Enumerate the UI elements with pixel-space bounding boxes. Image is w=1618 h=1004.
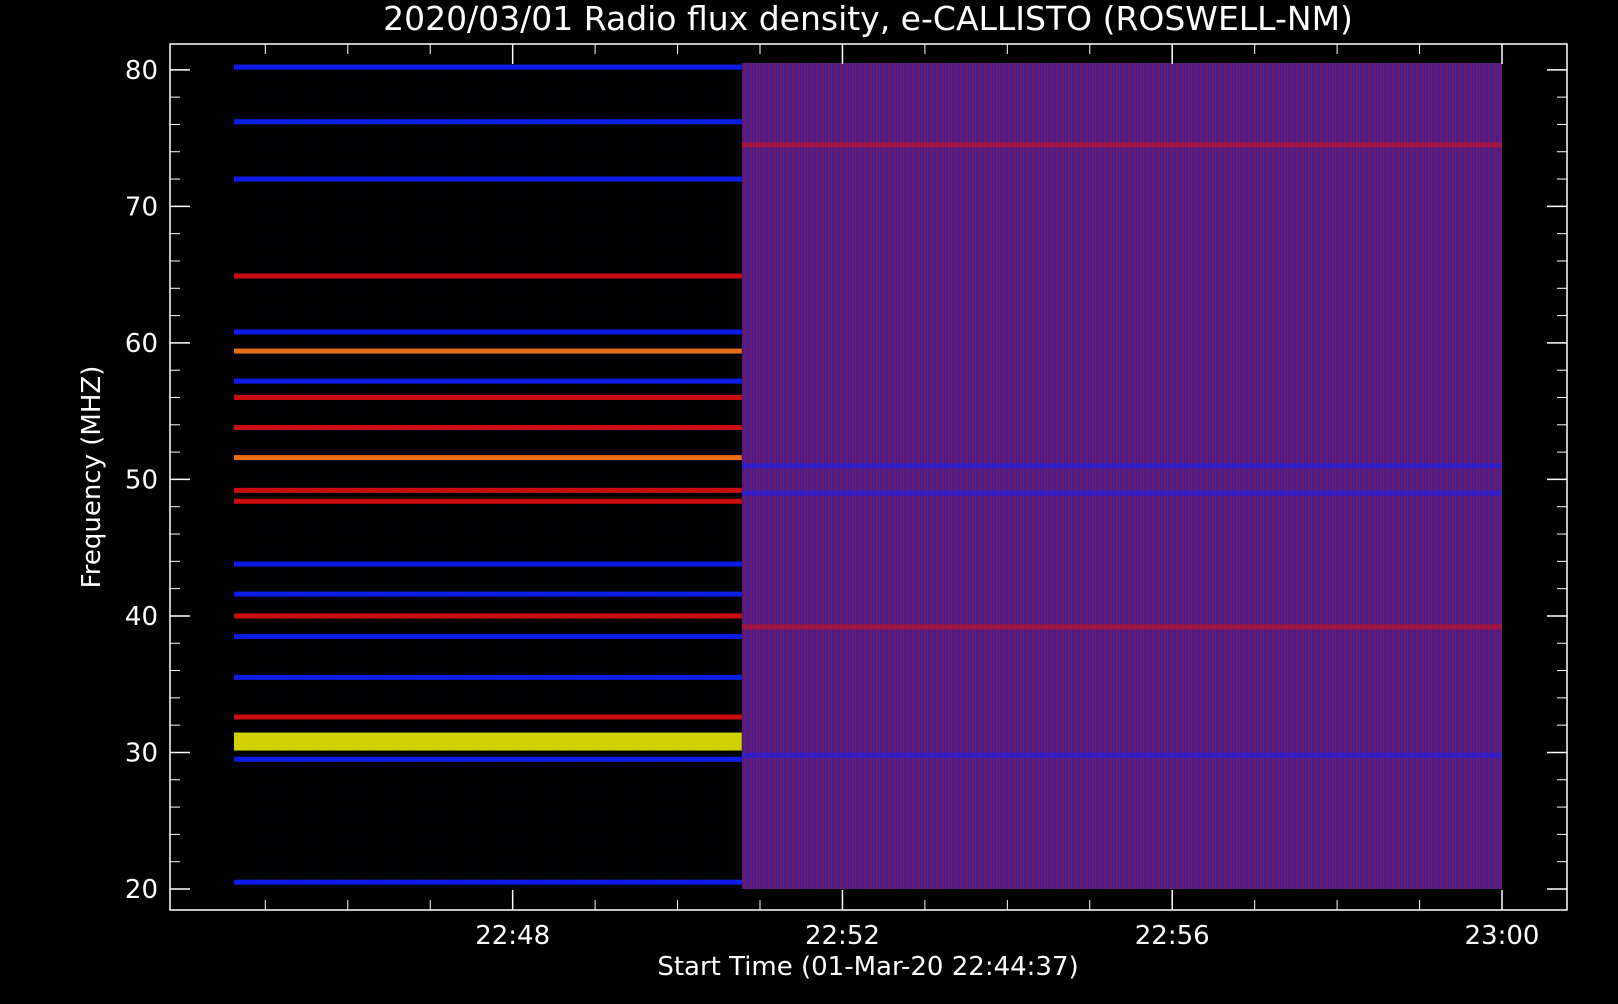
frequency-band [234, 613, 742, 619]
x-axis-label: Start Time (01-Mar-20 22:44:37) [657, 952, 1078, 982]
frequency-band [234, 378, 742, 384]
frequency-band [234, 455, 742, 461]
y-tick-label: 30 [125, 738, 158, 768]
frequency-band [234, 176, 742, 182]
frequency-band [234, 633, 742, 639]
frequency-band [234, 119, 742, 125]
y-tick-label: 50 [125, 465, 158, 495]
spectrogram-figure: 2020/03/01 Radio flux density, e-CALLIST… [0, 0, 1618, 1000]
frequency-band [234, 674, 742, 680]
frequency-band [234, 714, 742, 720]
frequency-band [234, 394, 742, 400]
frequency-band [234, 591, 742, 597]
frequency-band [234, 879, 742, 885]
y-tick-label: 20 [125, 875, 158, 905]
plot-area [234, 63, 1502, 889]
x-tick-label: 22:56 [1135, 921, 1210, 951]
spectrogram-chart: 2020/03/01 Radio flux density, e-CALLIST… [77, 0, 1568, 982]
frequency-band [234, 561, 742, 567]
y-tick-label: 60 [125, 329, 158, 359]
frequency-band [234, 732, 742, 751]
frequency-band [234, 348, 742, 354]
spectrogram-segment [234, 63, 742, 889]
x-tick-label: 22:52 [805, 921, 880, 951]
frequency-band [741, 463, 1502, 469]
frequency-band [741, 624, 1502, 630]
chart-title: 2020/03/01 Radio flux density, e-CALLIST… [383, 0, 1353, 38]
y-tick-label: 40 [125, 602, 158, 632]
y-axis-label: Frequency (MHZ) [77, 366, 107, 589]
y-tick-label: 70 [125, 192, 158, 222]
frequency-band [234, 756, 742, 762]
frequency-band [234, 425, 742, 431]
y-tick-label: 80 [125, 56, 158, 86]
frequency-band [741, 142, 1502, 148]
frequency-band [234, 498, 742, 504]
x-tick-label: 23:00 [1465, 921, 1540, 951]
frequency-band [234, 487, 742, 493]
x-tick-label: 22:48 [475, 921, 550, 951]
frequency-band [234, 273, 742, 279]
frequency-band [741, 490, 1502, 496]
frequency-band [234, 329, 742, 335]
frequency-band [741, 752, 1502, 758]
frequency-band [234, 64, 742, 70]
spectrogram-segment [741, 63, 1502, 889]
